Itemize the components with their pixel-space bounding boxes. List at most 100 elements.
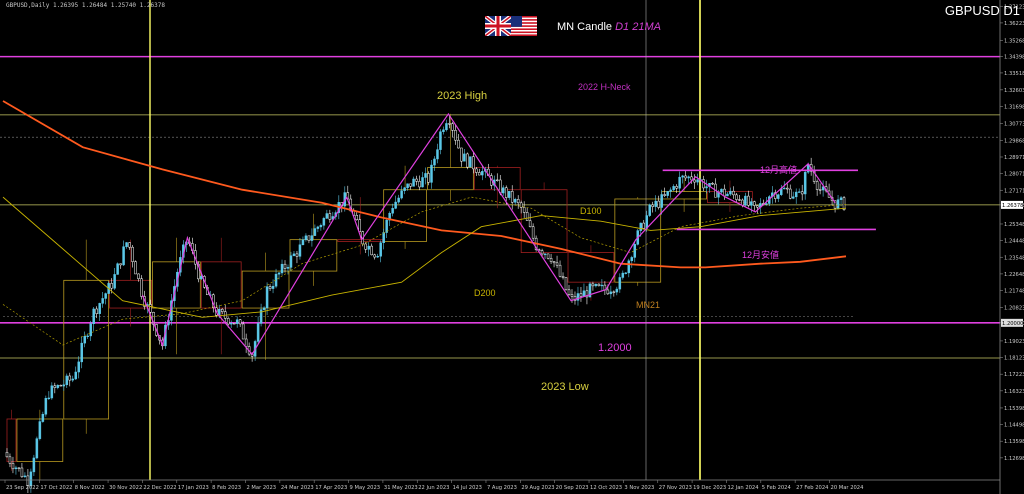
candle-body [17,467,21,469]
x-tick-label: 20 Mar 2024 [831,485,865,491]
candle-body [648,204,651,216]
candle-body [711,183,714,185]
candle-body [654,200,657,207]
candle-body [271,285,275,289]
candle-body [430,164,433,183]
candle-body [5,452,9,458]
label-d200: D200 [474,288,496,298]
x-tick-label: 22 Jun 2023 [418,485,449,491]
candle-body [80,342,83,363]
y-tick-label: 1.12698 [1004,456,1024,462]
candle-body [445,123,448,131]
candle-body [238,319,242,325]
candle-body [23,475,27,478]
candle-body [504,187,508,198]
x-tick-label: 17 Oct 2022 [40,485,72,491]
candle-body [552,261,556,264]
candle-body [373,254,376,258]
candle-body [370,245,373,256]
candle-body [594,283,598,287]
candle-body [283,263,287,269]
candle-body [558,264,562,277]
y-tick-label: 1.34398 [1004,55,1024,61]
y-tick-label: 1.27171 [1004,188,1024,194]
candle-body [310,235,314,241]
candle-body [666,191,669,196]
candle-body [8,456,12,464]
x-tick-label: 30 Nov 2022 [109,485,142,491]
candle-body [304,235,308,240]
candle-body [800,191,804,195]
candle-body [720,188,723,193]
candle-body [280,263,284,274]
candle-body [684,175,687,179]
candle-body [732,190,735,196]
candle-body [687,176,690,179]
candle-body [295,253,299,257]
candle-body [463,153,466,162]
x-tick-label: 20 Sep 2023 [556,485,589,491]
candle-body [74,371,77,380]
candle-body [681,175,684,178]
x-tick-label: 17 Jan 2023 [178,485,209,491]
candle-body [621,272,625,278]
y-tick-label: 1.13598 [1004,439,1024,445]
candle-body [98,303,101,314]
x-tick-label: 23 Sep 2022 [6,485,39,491]
candle-body [678,176,681,189]
candle-body [131,246,134,262]
candle-body [702,179,705,189]
candle-body [570,294,574,297]
candle-body [41,413,45,422]
candle-body [546,253,550,259]
y-tick-label: 1.29868 [1004,138,1024,144]
x-tick-label: 27 Nov 2023 [659,485,692,491]
candle-body [364,243,367,250]
candle-body [200,276,203,280]
mn-candle-label: MN Candle D1 21MA [557,21,661,33]
candle-body [543,253,547,255]
candle-body [815,181,819,190]
candle-body [567,289,571,295]
candle-body [561,275,565,278]
candle-body [379,242,382,257]
candle-body [633,244,637,258]
y-tick-label: 1.31698 [1004,105,1024,111]
candle-body [298,244,302,257]
candle-body [262,307,266,310]
y-tick-label: 1.15398 [1004,406,1024,412]
candle-body [729,190,732,195]
candle-body [268,286,272,289]
mn-candle-box [200,261,242,309]
candle-body [119,263,122,266]
x-tick-label: 22 Dec 2022 [143,485,176,491]
x-tick-label: 8 Nov 2022 [75,485,105,491]
y-tick-label: 1.25348 [1004,222,1024,228]
y-tick-label: 1.28071 [1004,172,1024,178]
candle-body [376,255,379,258]
candle-body [86,335,89,337]
chart-window[interactable]: 1.37123 1.36223 1.35268 1.34398 1.33518 1.326… [0,0,1024,494]
price-chart[interactable]: 1.371231.362231.352681.343981.335181.326… [0,0,1024,494]
mn-candle-box [6,418,17,462]
candle-body [32,457,36,473]
candle-body [750,201,753,206]
y-tick-label: 1.20823 [1004,306,1024,312]
candle-body [397,197,400,203]
candle-body [579,293,583,297]
candle-body [77,361,80,373]
y-tick-label: 1.33518 [1004,71,1024,77]
candle-body [44,398,48,415]
candle-body [457,139,460,149]
current-price-label: 1.26378 [1002,203,1023,209]
candle-body [14,467,18,470]
candle-body [38,421,42,439]
candle-body [540,250,544,255]
label-2022-neck: 2022 H-Neck [578,82,631,92]
candle-body [600,284,604,287]
label-dec-low: 12月安値 [742,250,780,260]
x-tick-label: 14 Jul 2023 [453,485,482,491]
candle-body [113,274,116,289]
y-tick-label: 1.18123 [1004,356,1024,362]
mn-prefix: MN Candle [557,21,613,33]
